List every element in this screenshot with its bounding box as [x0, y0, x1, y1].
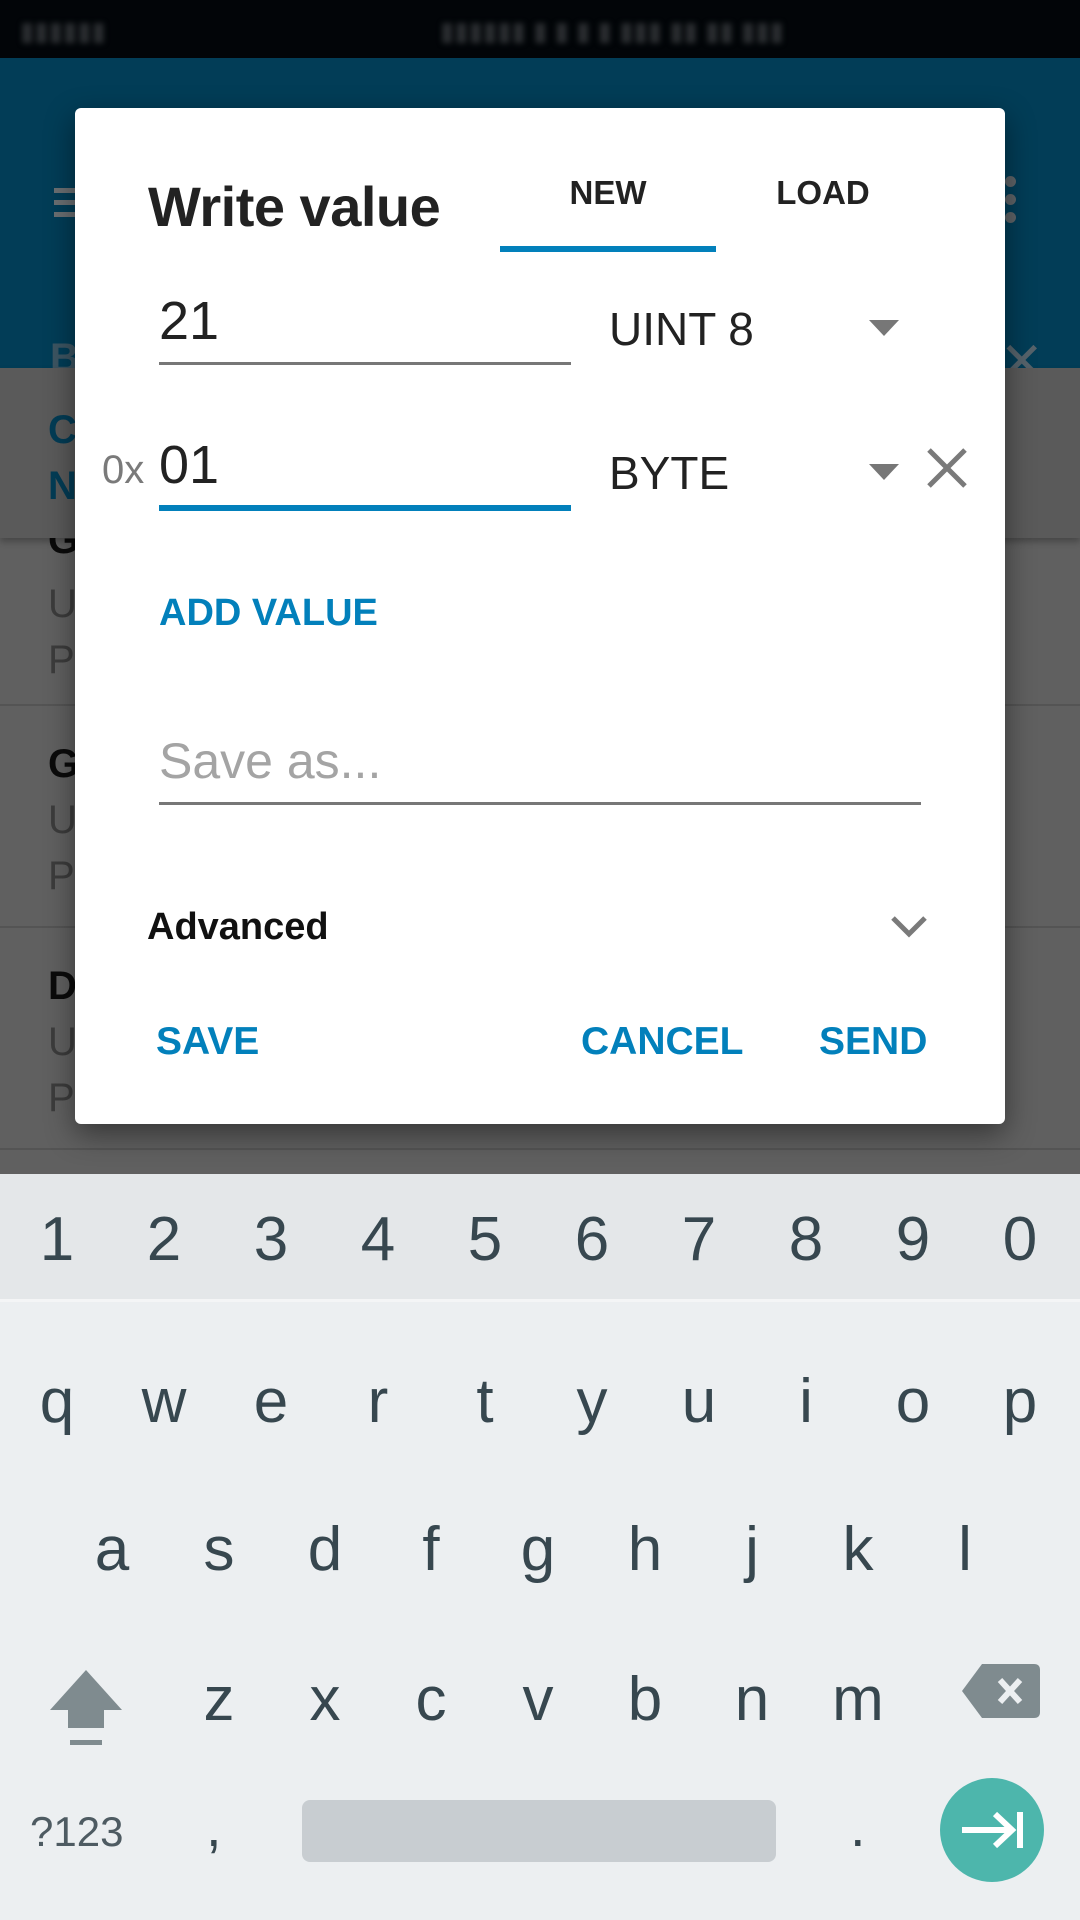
shift-key[interactable] — [46, 1662, 126, 1752]
save-button[interactable]: SAVE — [156, 1020, 259, 1064]
key-r[interactable]: r — [325, 1366, 431, 1437]
key-m[interactable]: m — [805, 1664, 911, 1735]
key-p[interactable]: p — [967, 1366, 1073, 1437]
key-f[interactable]: f — [378, 1514, 484, 1585]
key-8[interactable]: 8 — [753, 1204, 859, 1275]
type-select-1-value: UINT 8 — [609, 303, 754, 355]
type-select-2[interactable]: BYTE — [609, 438, 899, 508]
dialog-title: Write value — [148, 175, 441, 238]
list-header-line2: N — [48, 464, 77, 508]
key-e[interactable]: e — [218, 1366, 324, 1437]
key-7[interactable]: 7 — [646, 1204, 752, 1275]
key-q[interactable]: q — [4, 1366, 110, 1437]
key-0[interactable]: 0 — [967, 1204, 1073, 1275]
key-t[interactable]: t — [432, 1366, 538, 1437]
key-c[interactable]: c — [378, 1664, 484, 1735]
advanced-toggle[interactable]: Advanced — [147, 898, 929, 958]
list-header-line1: C — [48, 408, 77, 452]
key-6[interactable]: 6 — [539, 1204, 645, 1275]
key-v[interactable]: v — [485, 1664, 591, 1735]
list-item-subtitle: U — [48, 1020, 77, 1064]
close-icon — [927, 448, 967, 488]
enter-key[interactable] — [940, 1778, 1044, 1882]
value-input-1[interactable] — [159, 290, 571, 352]
key-j[interactable]: j — [699, 1514, 805, 1585]
active-tab-indicator — [500, 246, 716, 252]
tab-next-icon — [962, 1811, 1023, 1849]
dropdown-arrow-icon — [869, 464, 899, 480]
key-9[interactable]: 9 — [860, 1204, 966, 1275]
key-o[interactable]: o — [860, 1366, 966, 1437]
hex-prefix: 0x — [102, 448, 145, 492]
key-4[interactable]: 4 — [325, 1204, 431, 1275]
key-2[interactable]: 2 — [111, 1204, 217, 1275]
type-select-2-value: BYTE — [609, 447, 730, 499]
key-1[interactable]: 1 — [4, 1204, 110, 1275]
list-item-title: D — [48, 964, 77, 1008]
key-3[interactable]: 3 — [218, 1204, 324, 1275]
key-d[interactable]: d — [272, 1514, 378, 1585]
add-value-button[interactable]: ADD VALUE — [159, 592, 378, 635]
save-as-underline — [159, 802, 921, 805]
key-y[interactable]: y — [539, 1366, 645, 1437]
key-i[interactable]: i — [753, 1366, 859, 1437]
chevron-down-icon — [891, 916, 927, 938]
remove-value-button[interactable] — [923, 444, 971, 492]
key-g[interactable]: g — [485, 1514, 591, 1585]
list-item-subtitle: U — [48, 798, 77, 842]
status-bar: ▮▮▮▮▮▮ ▮▮▮▮▮▮ ▮ ▮ ▮ ▮ ▮▮▮ ▮▮ ▮▮ ▮▮▮ — [0, 0, 1080, 58]
save-as-field[interactable] — [159, 732, 921, 805]
screen: ▮▮▮▮▮▮ ▮▮▮▮▮▮ ▮ ▮ ▮ ▮ ▮▮▮ ▮▮ ▮▮ ▮▮▮ B ✕ … — [0, 0, 1080, 1920]
list-item-detail: P — [48, 854, 75, 898]
list-item-detail: P — [48, 638, 75, 682]
period-key[interactable]: . — [850, 1794, 866, 1859]
key-s[interactable]: s — [166, 1514, 272, 1585]
shift-icon — [50, 1670, 122, 1745]
key-h[interactable]: h — [592, 1514, 698, 1585]
key-z[interactable]: z — [166, 1664, 272, 1735]
key-w[interactable]: w — [111, 1366, 217, 1437]
key-l[interactable]: l — [912, 1514, 1018, 1585]
list-item-detail: P — [48, 1076, 75, 1120]
space-key[interactable] — [302, 1800, 776, 1862]
key-k[interactable]: k — [805, 1514, 911, 1585]
status-time-blurred: ▮▮▮▮▮▮ — [20, 16, 106, 46]
value-input-2-underline — [159, 505, 571, 511]
value-field-2[interactable] — [159, 434, 571, 511]
type-select-1[interactable]: UINT 8 — [609, 294, 899, 364]
soft-keyboard: 1 2 3 4 5 6 7 8 9 0 q w e r t y u i o p … — [0, 1174, 1080, 1920]
cancel-button[interactable]: CANCEL — [581, 1020, 744, 1064]
comma-key[interactable]: , — [206, 1794, 222, 1859]
dropdown-arrow-icon — [869, 320, 899, 336]
key-x[interactable]: x — [272, 1664, 378, 1735]
tab-new[interactable]: NEW — [500, 174, 716, 212]
backspace-key[interactable] — [954, 1650, 1040, 1720]
advanced-label: Advanced — [147, 906, 329, 948]
key-u[interactable]: u — [646, 1366, 752, 1437]
value-input-1-underline — [159, 362, 571, 365]
list-item-subtitle: U — [48, 582, 77, 626]
symbols-key[interactable]: ?123 — [30, 1808, 123, 1856]
key-n[interactable]: n — [699, 1664, 805, 1735]
save-as-input[interactable] — [159, 732, 921, 790]
key-5[interactable]: 5 — [432, 1204, 538, 1275]
send-button[interactable]: SEND — [819, 1020, 927, 1064]
tab-load[interactable]: LOAD — [715, 174, 931, 212]
backspace-icon — [962, 1664, 1040, 1718]
value-field-1[interactable] — [159, 290, 571, 365]
key-b[interactable]: b — [592, 1664, 698, 1735]
value-input-2[interactable] — [159, 434, 571, 496]
write-value-dialog: Write value NEW LOAD UINT 8 0x BYTE — [75, 108, 1005, 1124]
key-a[interactable]: a — [59, 1514, 165, 1585]
more-vert-icon[interactable] — [1005, 176, 1021, 230]
status-icons-blurred: ▮▮▮▮▮▮ ▮ ▮ ▮ ▮ ▮▮▮ ▮▮ ▮▮ ▮▮▮ — [440, 16, 784, 46]
